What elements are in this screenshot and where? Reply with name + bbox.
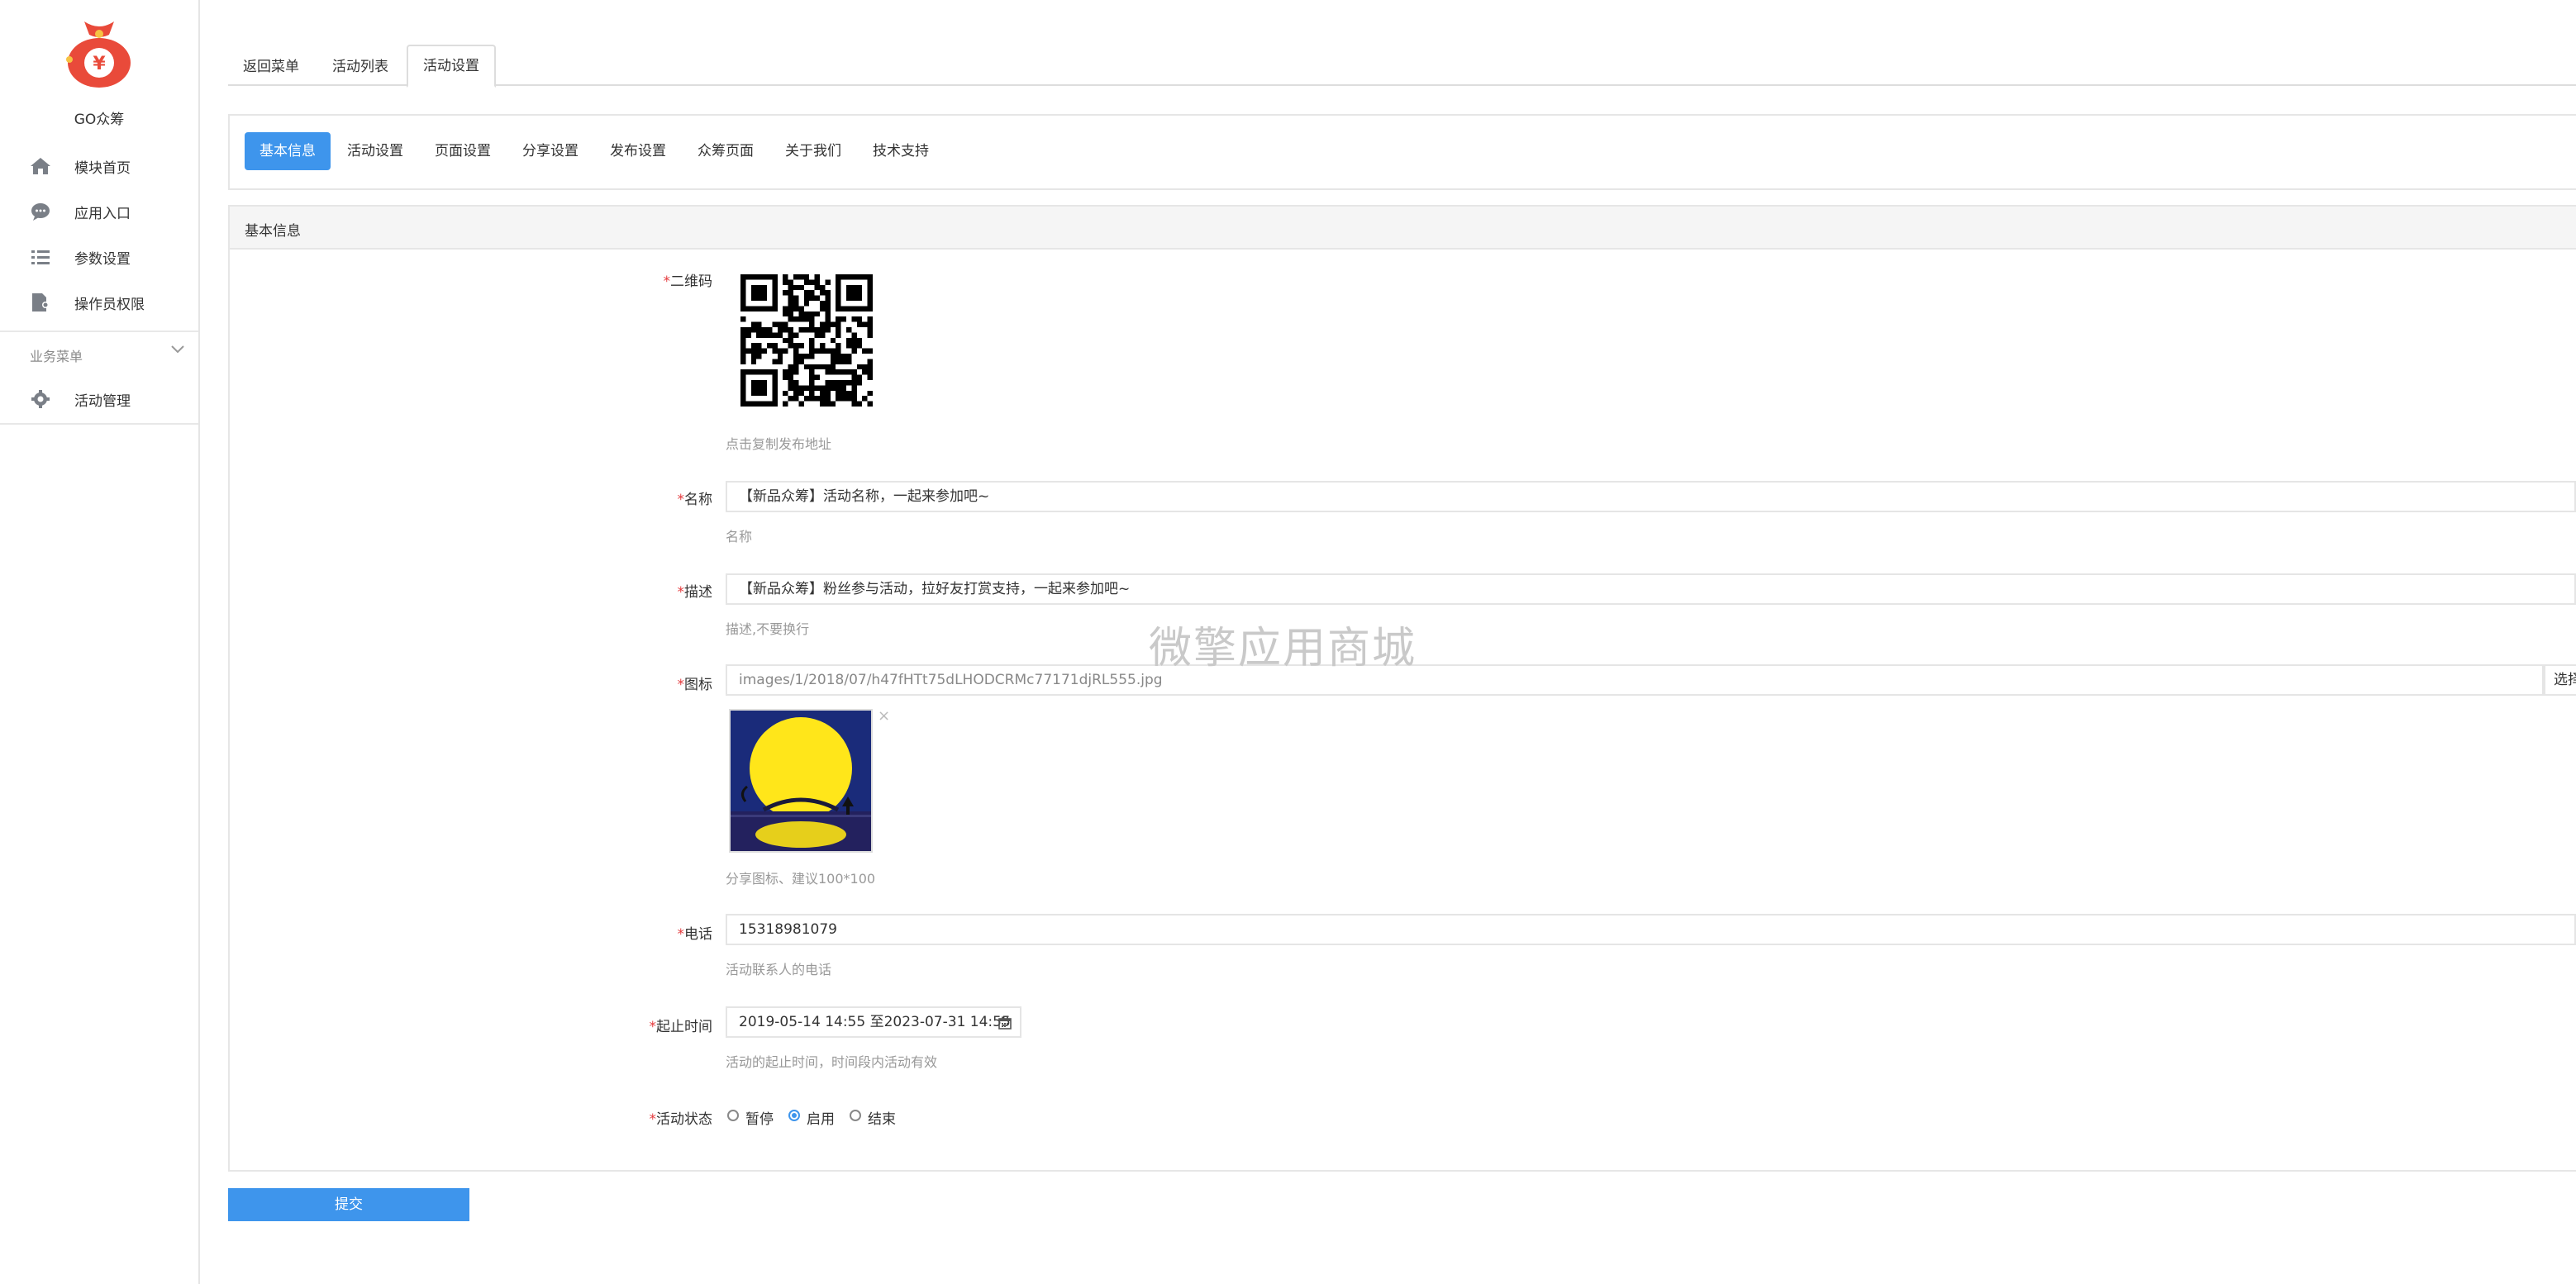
- sidebar-item-label: 应用入口: [74, 206, 131, 222]
- sidebar-item-label: 操作员权限: [74, 297, 145, 313]
- submit-button[interactable]: 提交: [228, 1188, 469, 1221]
- qrcode-label: *二维码: [663, 273, 713, 290]
- time-help: 活动的起止时间，时间段内活动有效: [726, 1054, 938, 1070]
- radio-circle: [727, 1110, 739, 1121]
- panel-header: 基本信息: [230, 207, 2576, 250]
- tab-activity-list[interactable]: 活动列表: [319, 50, 402, 84]
- svg-text:¥: ¥: [93, 54, 106, 74]
- name-label: *名称: [677, 492, 713, 508]
- name-help: 名称: [726, 529, 753, 545]
- qrcode-image[interactable]: [740, 274, 873, 407]
- sidebar-item-label: 模块首页: [74, 160, 131, 177]
- top-tab-bar: 返回菜单 活动列表 活动设置: [228, 41, 2576, 88]
- select-image-button[interactable]: 选择: [2544, 664, 2576, 696]
- settings-pill-nav: 基本信息 活动设置 页面设置 分享设置 发布设置 众筹页面 关于我们 技术支持: [228, 114, 2576, 190]
- sidebar-item-activity-manage[interactable]: 活动管理: [0, 377, 198, 421]
- time-range-input[interactable]: 2019-05-14 14:55 至2023-07-31 14:55: [726, 1006, 1021, 1038]
- calendar-icon: [998, 1016, 1012, 1030]
- app-name: GO众筹: [74, 112, 125, 128]
- sidebar-item-label: 活动管理: [74, 393, 131, 410]
- pill-basic-info[interactable]: 基本信息: [245, 132, 331, 170]
- icon-path-input[interactable]: images/1/2018/07/h47fHTt75dLHODCRMc77171…: [726, 664, 2544, 696]
- desc-input[interactable]: 【新品众筹】粉丝参与活动，拉好友打赏支持，一起来参加吧~: [726, 573, 2576, 605]
- qrcode-help[interactable]: 点击复制发布地址: [726, 433, 831, 453]
- pill-activity-settings[interactable]: 活动设置: [334, 132, 417, 170]
- desc-help: 描述,不要换行: [726, 621, 810, 637]
- panel-title: 基本信息: [245, 223, 301, 240]
- phone-input[interactable]: 15318981079: [726, 914, 2576, 945]
- moon-scene-icon: [731, 711, 871, 851]
- sidebar-item-label: 参数设置: [74, 251, 131, 268]
- money-bag-logo-icon: ¥: [66, 21, 131, 88]
- time-range-value: 2019-05-14 14:55 至2023-07-31 14:55: [739, 1014, 1011, 1030]
- radio-circle: [788, 1110, 800, 1121]
- sidebar-item-home[interactable]: 模块首页: [0, 144, 198, 188]
- watermark-text: 微擎应用商城: [1149, 624, 1417, 673]
- chevron-down-icon: [171, 345, 184, 354]
- sidebar-item-params[interactable]: 参数设置: [0, 235, 198, 279]
- icon-label: *图标: [677, 677, 713, 693]
- time-label: *起止时间: [649, 1019, 713, 1035]
- pill-publish-settings[interactable]: 发布设置: [597, 132, 679, 170]
- sidebar-group-label: 业务菜单: [30, 349, 83, 364]
- gear-icon: [31, 390, 50, 408]
- icon-help: 分享图标、建议100*100: [726, 871, 876, 887]
- pill-page-settings[interactable]: 页面设置: [421, 132, 504, 170]
- sidebar-group-business[interactable]: 业务菜单: [0, 331, 198, 373]
- pill-crowdfunding-page[interactable]: 众筹页面: [684, 132, 767, 170]
- remove-image-icon[interactable]: ×: [878, 707, 890, 725]
- desc-label: *描述: [677, 584, 713, 601]
- list-settings-icon: [31, 250, 50, 264]
- tab-activity-settings[interactable]: 活动设置: [407, 45, 496, 88]
- phone-help: 活动联系人的电话: [726, 962, 832, 977]
- document-user-icon: [32, 293, 49, 311]
- pill-share-settings[interactable]: 分享设置: [509, 132, 592, 170]
- radio-circle: [850, 1110, 861, 1121]
- name-input[interactable]: 【新品众筹】活动名称，一起来参加吧~: [726, 481, 2576, 512]
- phone-label: *电话: [677, 926, 713, 943]
- sidebar: ¥ GO众筹 模块首页 应用入口 参数设置 操作员权限 业务菜单 活动管理: [0, 0, 200, 1284]
- pill-tech-support[interactable]: 技术支持: [859, 132, 942, 170]
- sidebar-divider: [0, 423, 198, 425]
- tab-back-menu[interactable]: 返回菜单: [228, 50, 314, 84]
- home-icon: [31, 158, 50, 174]
- icon-preview-image: [729, 709, 873, 853]
- sidebar-item-app-entry[interactable]: 应用入口: [0, 189, 198, 234]
- pill-about-us[interactable]: 关于我们: [772, 132, 855, 170]
- sidebar-item-operator[interactable]: 操作员权限: [0, 280, 198, 325]
- status-label: *活动状态: [649, 1111, 713, 1128]
- chat-icon: [31, 203, 50, 221]
